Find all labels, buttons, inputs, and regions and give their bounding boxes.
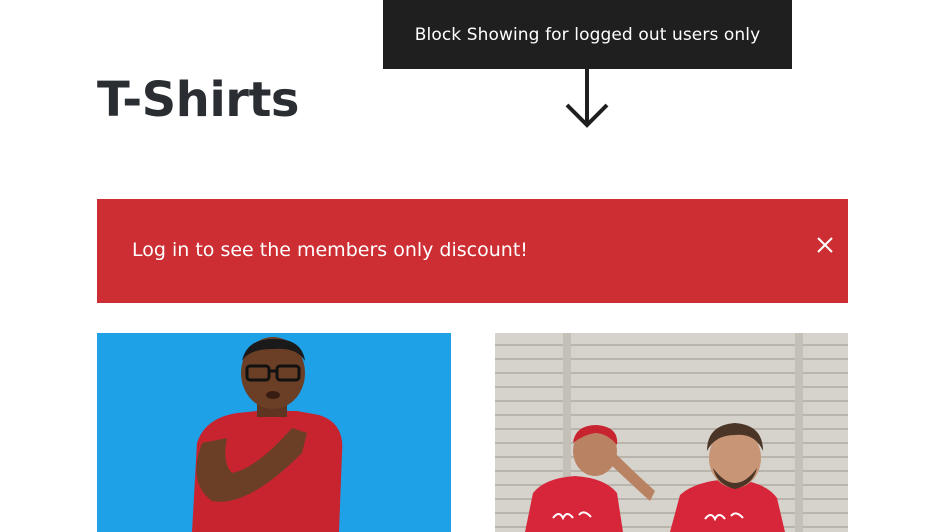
product-image-couple[interactable] [495,333,848,532]
arrow-down-icon [565,69,609,128]
members-discount-notice: Log in to see the members only discount! [97,199,848,303]
close-icon[interactable] [813,233,837,257]
logged-out-tooltip: Block Showing for logged out users only [383,0,792,69]
man-photo-illustration [97,333,451,532]
tooltip-text: Block Showing for logged out users only [414,24,761,45]
notice-text: Log in to see the members only discount! [132,239,528,261]
product-image-man[interactable] [97,333,451,532]
page-title: T-Shirts [97,72,300,128]
couple-photo-illustration [495,333,848,532]
